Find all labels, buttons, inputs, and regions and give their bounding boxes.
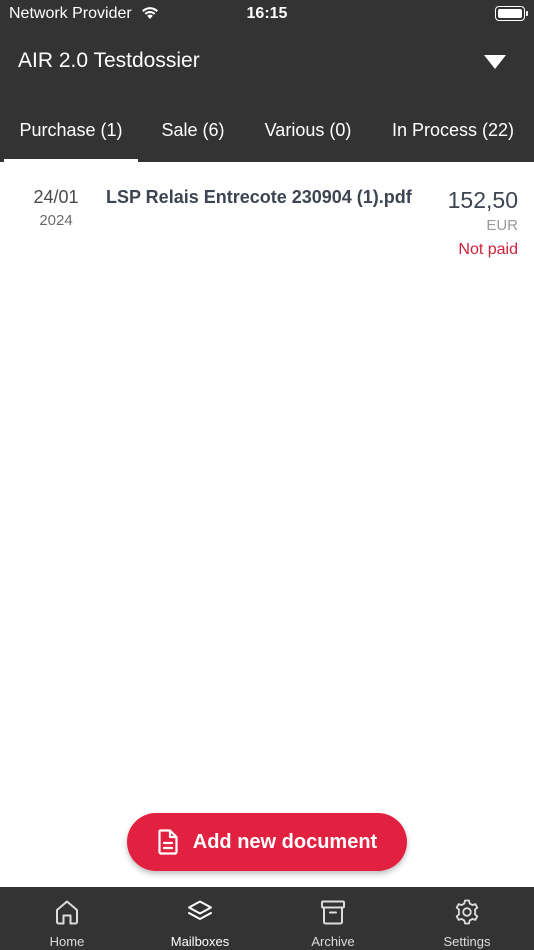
tab-sale[interactable]: Sale (6) [148,108,238,162]
tabbar-item-mailboxes[interactable]: Mailboxes [133,887,267,950]
bottom-tab-bar: Home Mailboxes Archive Settings [0,887,534,950]
document-icon [158,829,178,855]
document-amount: 152,50 [447,187,518,213]
tab-various[interactable]: Various (0) [250,108,366,162]
tabbar-item-home[interactable]: Home [0,887,134,950]
add-document-label: Add new document [192,830,378,853]
archive-icon [321,900,345,925]
document-list: 24/01 2024 LSP Relais Entrecote 230904 (… [0,162,534,272]
tabbar-label-home: Home [49,934,85,949]
status-time: 16:15 [246,5,288,22]
tabbar-label-settings: Settings [443,934,491,949]
document-date: 24/01 [33,187,79,207]
tab-purchase[interactable]: Purchase (1) [4,108,138,162]
tabbar-item-archive[interactable]: Archive [266,887,400,950]
status-bar: Network Provider 16:15 [0,0,534,28]
add-document-button[interactable]: Add new document [127,813,407,871]
document-currency: EUR [486,217,518,234]
gear-icon [455,899,479,925]
tabbar-label-mailboxes: Mailboxes [170,934,230,949]
document-name: LSP Relais Entrecote 230904 (1).pdf [106,187,412,207]
app-header: Network Provider 16:15 AIR 2.0 Testdossi… [0,0,534,162]
home-icon [56,900,78,925]
layers-icon [188,900,212,920]
dropdown-arrow-icon[interactable] [484,55,506,69]
tab-in-process[interactable]: In Process (22) [380,108,526,162]
battery-icon [495,6,528,21]
tabbar-label-archive: Archive [311,934,355,949]
category-tabs: Purchase (1) Sale (6) Various (0) In Pro… [0,108,534,162]
tabbar-item-settings[interactable]: Settings [400,887,534,950]
payment-status: Not paid [458,241,518,258]
document-year: 2024 [39,212,73,229]
list-item[interactable]: 24/01 2024 LSP Relais Entrecote 230904 (… [0,162,534,272]
dossier-title[interactable]: AIR 2.0 Testdossier [18,49,200,73]
